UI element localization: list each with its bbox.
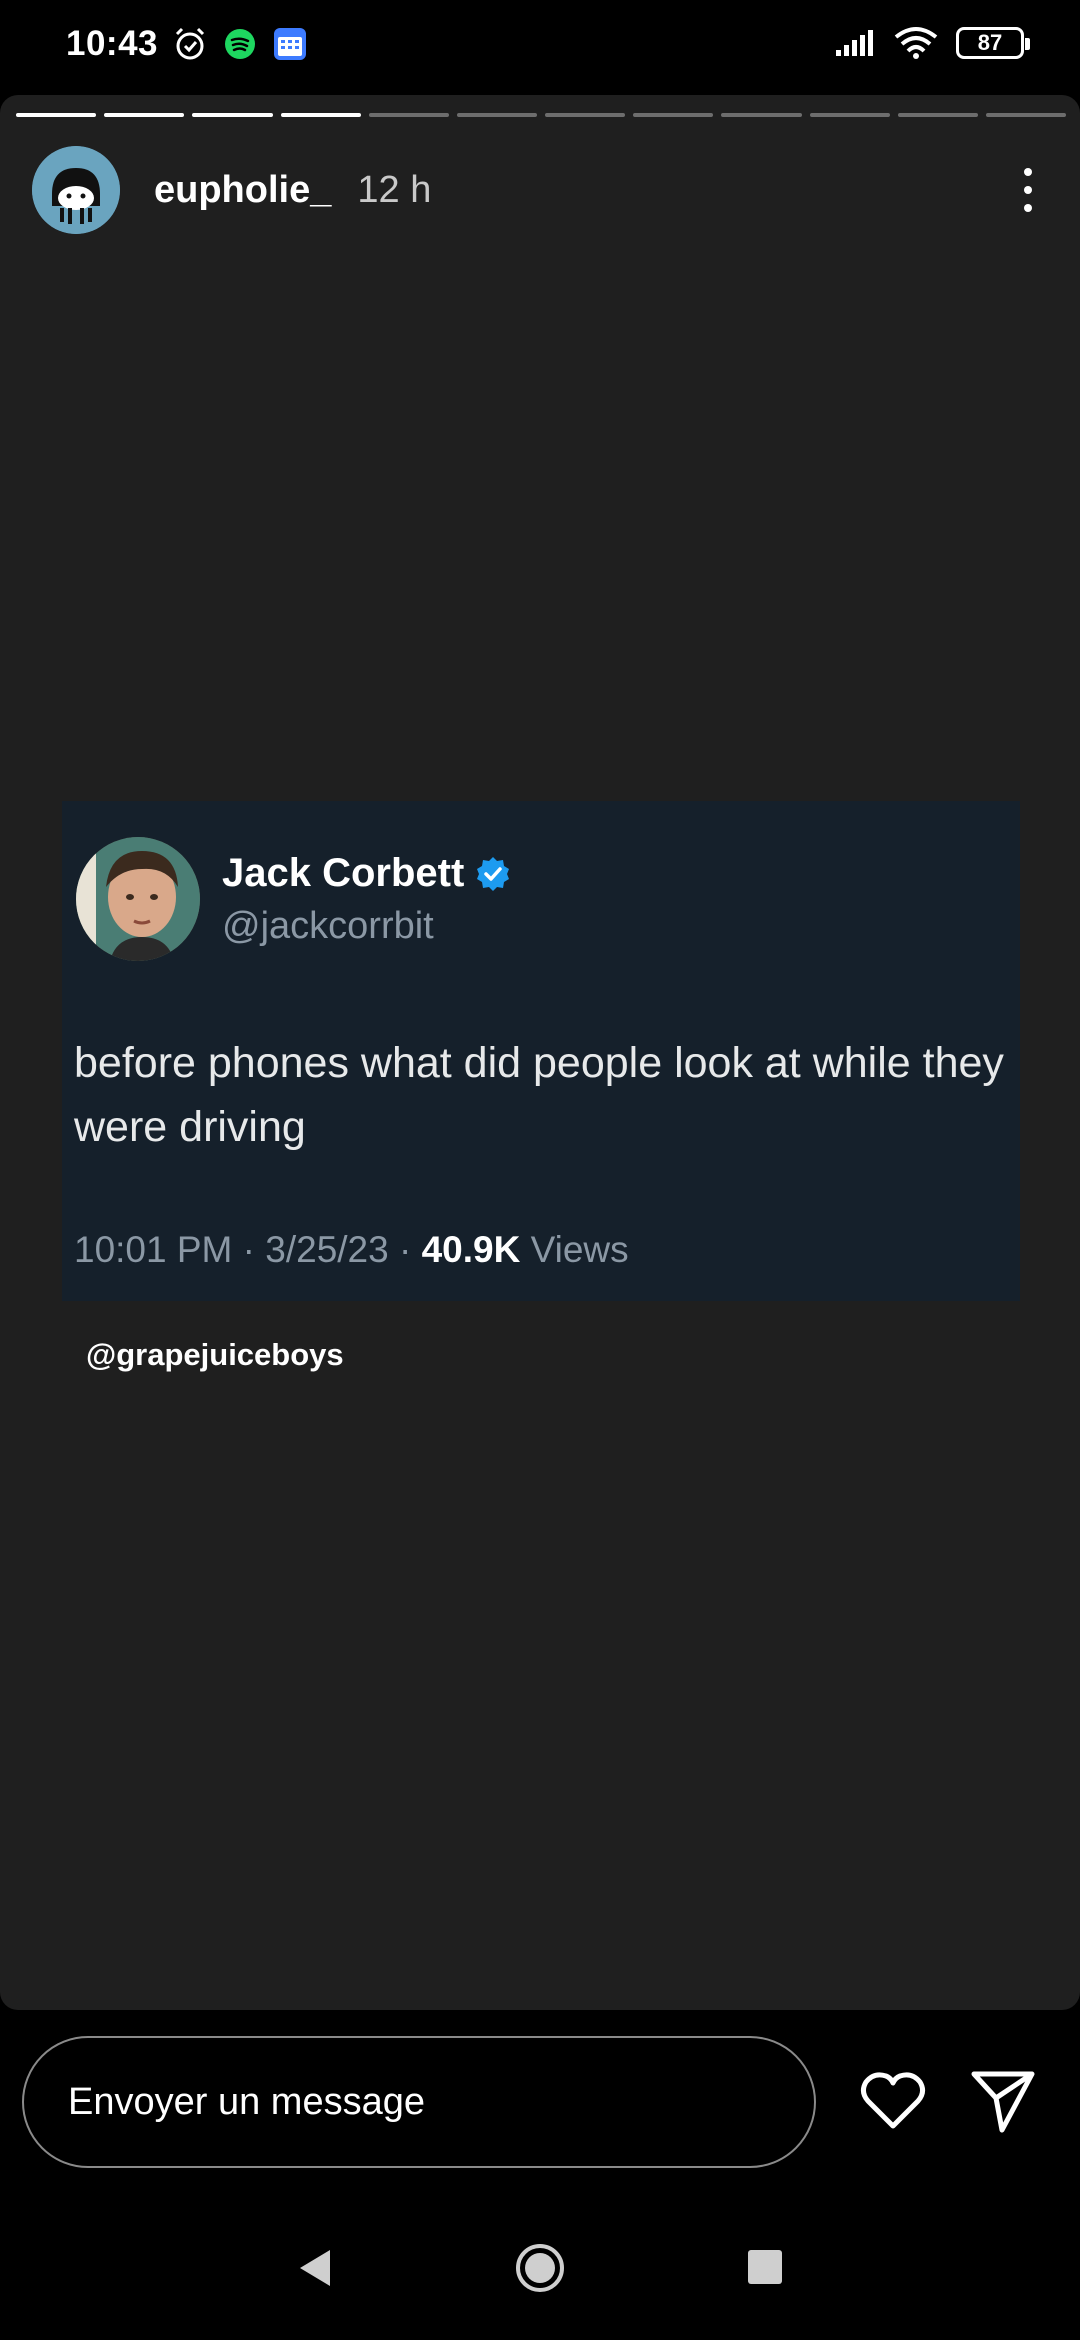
more-options-icon[interactable] [1008,160,1048,220]
heart-icon[interactable] [860,2070,926,2132]
progress-segment [809,113,890,117]
tweet-text: before phones what did people look at wh… [74,1039,1004,1151]
tweet-author-avatar [76,837,200,961]
tweet-card: Jack Corbett @jackcorrbit before phones … [62,801,1020,1301]
story-header: eupholie_ 12 h [32,145,1048,235]
calendar-icon [274,28,306,60]
story-user-avatar[interactable] [32,146,120,234]
tweet-views-label: Views [530,1229,629,1270]
spotify-icon [225,29,255,59]
progress-segment [721,113,802,117]
alarm-icon [175,27,205,60]
signal-icon [836,30,873,56]
progress-segment [545,113,626,117]
system-nav-bar [0,2230,1080,2320]
tweet-time: 10:01 PM [74,1229,233,1270]
progress-segment [456,113,538,117]
story-progress-bar [16,113,1067,117]
back-icon[interactable] [294,2246,334,2290]
home-icon[interactable] [514,2242,566,2294]
meta-separator: · [242,1229,266,1270]
author-photo-icon [76,837,200,961]
status-bar: 10:43 87 [0,0,1080,95]
story-timestamp: 12 h [357,168,432,211]
progress-segment [897,113,978,117]
progress-segment [104,113,185,117]
progress-segment [368,113,449,117]
tweet-author-handle: @jackcorrbit [222,905,434,947]
status-system-icons: 87 [834,26,1030,60]
status-notification-icons [172,26,308,62]
message-input[interactable]: Envoyer un message [22,2036,816,2168]
progress-segment [16,113,97,117]
story-viewer[interactable]: eupholie_ 12 h Jack Corbett @jackcorrbit… [0,95,1080,2010]
status-time: 10:43 [66,24,159,63]
battery-level: 87 [977,30,1003,55]
battery-icon: 87 [956,27,1030,59]
progress-segment [192,113,273,117]
send-icon[interactable] [970,2068,1036,2134]
tweet-date: 3/25/23 [265,1229,389,1270]
tweet-author-name: Jack Corbett [222,851,512,896]
verified-badge-icon [477,856,510,891]
meta-separator: · [399,1229,422,1270]
recent-apps-icon[interactable] [748,2250,782,2284]
tweet-meta: 10:01 PM · 3/25/23 · 40.9K Views [74,1229,629,1271]
progress-segment [280,113,361,117]
story-username[interactable]: eupholie_ [154,169,331,212]
tweet-views-count: 40.9K [421,1229,521,1270]
progress-segment [985,113,1067,117]
story-mention-credit[interactable]: @grapejuiceboys [86,1337,344,1373]
message-input-placeholder: Envoyer un message [68,2080,425,2123]
avatar-illustration-icon [32,146,120,234]
progress-segment [633,113,714,117]
wifi-icon [894,27,938,59]
